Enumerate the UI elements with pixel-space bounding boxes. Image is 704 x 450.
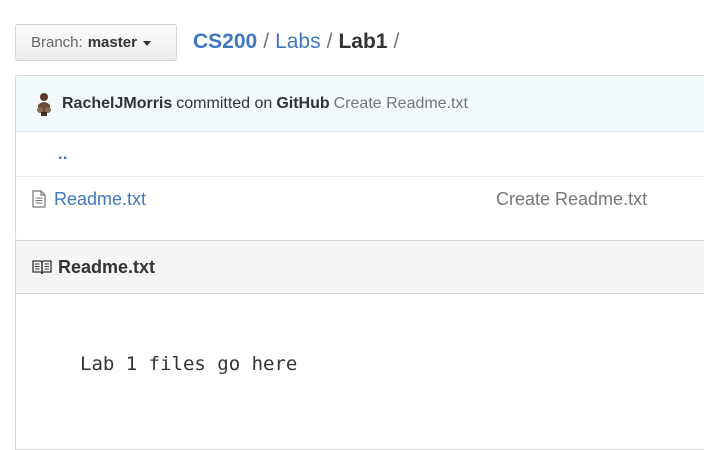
book-icon — [32, 260, 52, 275]
latest-commit-bar: RachelJMorris committed on GitHub Create… — [16, 76, 704, 132]
commit-author-link[interactable]: RachelJMorris — [62, 95, 172, 113]
file-text-icon — [32, 190, 46, 208]
branch-prefix: Branch: — [31, 34, 83, 51]
breadcrumb: CS200 / Labs / Lab1 / — [193, 29, 405, 55]
readme-content: Lab 1 files go here — [80, 353, 298, 375]
parent-directory-row: .. — [16, 132, 704, 177]
breadcrumb-separator: / — [326, 30, 333, 53]
branch-select-button[interactable]: Branch: master — [15, 24, 177, 61]
parent-directory-link[interactable]: .. — [58, 144, 67, 164]
branch-name: master — [87, 34, 137, 51]
breadcrumb-labs-link[interactable]: Labs — [275, 29, 321, 55]
file-row: Readme.txt Create Readme.txt — [16, 177, 704, 221]
file-commit-message-link[interactable]: Create Readme.txt — [496, 189, 647, 210]
file-list-box: RachelJMorris committed on GitHub Create… — [15, 75, 704, 241]
file-name-link[interactable]: Readme.txt — [54, 189, 146, 210]
avatar[interactable] — [34, 92, 54, 116]
breadcrumb-root-link[interactable]: CS200 — [193, 29, 257, 55]
breadcrumb-current: Lab1 — [338, 30, 388, 53]
caret-down-icon — [142, 41, 151, 46]
readme-title: Readme.txt — [58, 256, 156, 277]
commit-message-link[interactable]: Create Readme.txt — [334, 95, 468, 113]
commit-platform: GitHub — [276, 94, 330, 112]
readme-box: Readme.txt Lab 1 files go here — [15, 240, 704, 450]
readme-header: Readme.txt — [16, 241, 704, 294]
breadcrumb-separator: / — [393, 30, 400, 53]
breadcrumb-separator: / — [263, 30, 270, 53]
commit-text: committed on — [176, 94, 273, 112]
